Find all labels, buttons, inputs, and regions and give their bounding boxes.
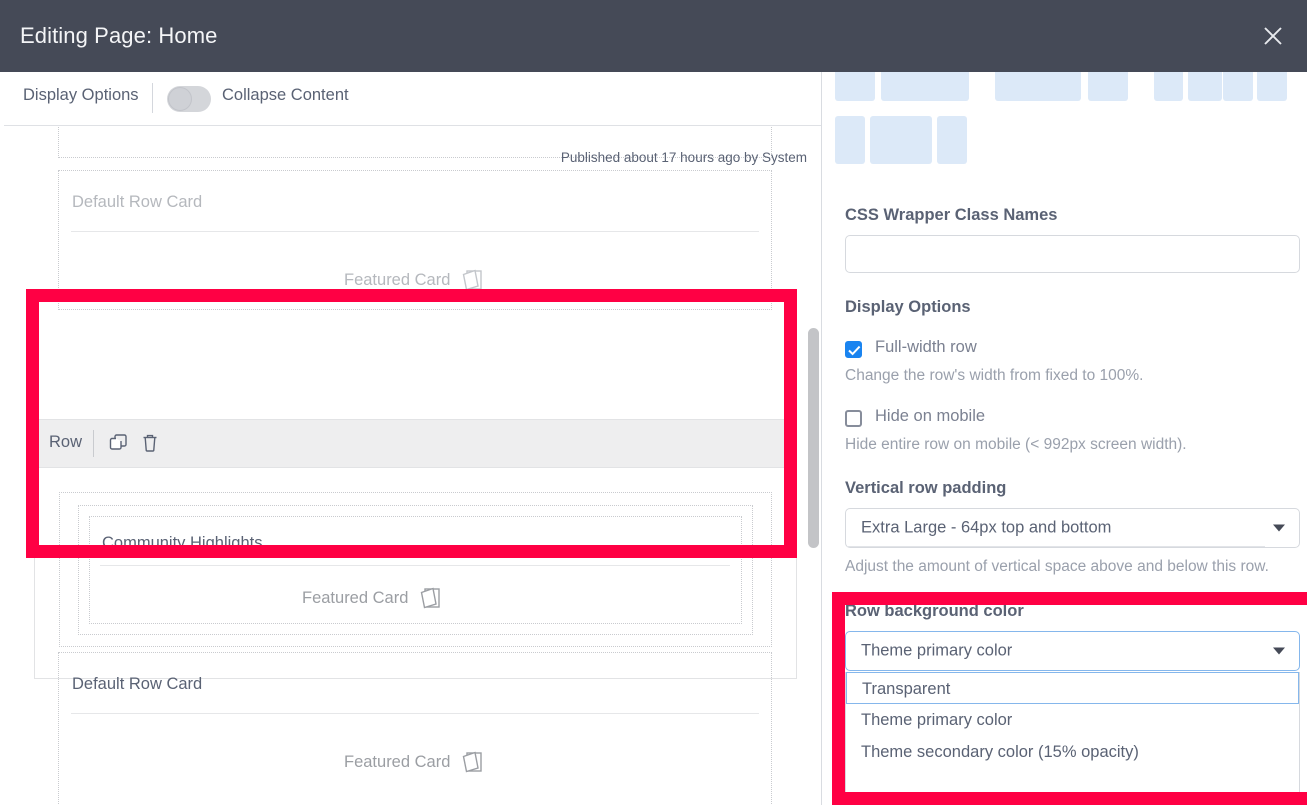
row-background-color-label: Row background color [845,602,1024,620]
vertical-row-padding-help: Adjust the amount of vertical space abov… [845,558,1269,575]
row-background-color-value: Theme primary color [861,641,1013,660]
dropdown-option-transparent[interactable]: Transparent [846,672,1299,704]
hide-on-mobile-checkbox[interactable] [845,410,862,427]
full-width-row-label: Full-width row [875,338,977,356]
full-width-row-checkbox[interactable] [845,341,862,358]
canvas-scrollbar[interactable] [808,126,819,805]
page-title: Editing Page: Home [20,23,218,48]
card-title: Default Row Card [72,193,203,211]
page-canvas: Default Row Card Featured Card Row Commu… [4,126,821,805]
collapse-content-label: Collapse Content [222,86,349,104]
default-row-card-bottom[interactable]: Default Row Card Featured Card [58,652,772,805]
skeleton-block [1257,72,1287,101]
skeleton-block [1188,72,1222,101]
display-options-label: Display Options [23,86,139,104]
vertical-row-padding-value: Extra Large - 64px top and bottom [861,518,1112,537]
skeleton-block [870,116,932,164]
collapse-content-toggle[interactable] [167,86,211,112]
skeleton-block [937,116,967,164]
chevron-down-icon [1273,647,1285,655]
css-wrapper-input[interactable] [845,235,1300,273]
skeleton-block [1223,72,1253,101]
row-background-color-dropdown[interactable]: Transparent Theme primary color Theme se… [845,672,1300,800]
card-separator [71,231,759,232]
row-container-outer[interactable]: Community Highlights Featured Card [59,492,772,647]
skeleton-block [1154,72,1183,101]
hide-on-mobile-label: Hide on mobile [875,407,986,425]
row-label: Row [49,433,83,451]
skeleton-block [1088,72,1128,101]
row-header-toolbar: Row [35,420,796,468]
vertical-row-padding-select[interactable]: Extra Large - 64px top and bottom [845,508,1300,548]
featured-card-placeholder[interactable]: Featured Card [302,585,443,611]
card-separator [100,565,730,566]
check-icon [848,345,861,356]
card-title: Default Row Card [72,675,203,693]
display-options-heading: Display Options [845,298,971,316]
editor-toolbar: Display Options Collapse Content [4,72,821,126]
featured-card-placeholder[interactable]: Featured Card [344,749,485,775]
default-row-card-top[interactable]: Default Row Card Featured Card [58,170,772,310]
skeleton-block [835,116,865,164]
canvas-scrollbar-thumb[interactable] [808,328,819,548]
skeleton-block [881,72,969,101]
skeleton-block [835,72,875,101]
chevron-down-icon [1273,524,1285,532]
published-status-text: Published about 17 hours ago by System [560,150,807,165]
row-background-color-select[interactable]: Theme primary color [845,631,1300,671]
community-highlights-card[interactable]: Community Highlights Featured Card [89,516,742,624]
featured-card-label: Featured Card [344,752,451,771]
row-header-divider [93,430,94,457]
card-stack-icon [421,587,441,609]
row-container-inner[interactable]: Community Highlights Featured Card [78,505,753,635]
featured-card-label: Featured Card [344,270,451,289]
card-title: Community Highlights [102,534,263,552]
vertical-row-padding-label: Vertical row padding [845,479,1007,497]
skeleton-block [995,72,1081,101]
editor-canvas-column: Display Options Collapse Content Default… [0,72,822,805]
css-wrapper-label: CSS Wrapper Class Names [845,206,1058,224]
close-icon[interactable] [1251,14,1295,58]
card-stack-icon [463,269,483,291]
featured-card-placeholder[interactable]: Featured Card [344,267,485,293]
hide-on-mobile-help: Hide entire row on mobile (< 992px scree… [845,436,1187,453]
select-underline [847,546,1265,547]
full-width-row-help: Change the row's width from fixed to 100… [845,367,1144,384]
dropdown-option-theme-primary[interactable]: Theme primary color [846,704,1299,736]
card-stack-icon [463,751,483,773]
duplicate-icon[interactable] [107,432,129,459]
window-title-bar: Editing Page: Home [0,0,1307,72]
toolbar-divider [152,83,153,113]
dropdown-option-theme-secondary[interactable]: Theme secondary color (15% opacity) [846,736,1299,768]
selected-row-block[interactable]: Row Community Highlights Featured Card [34,419,797,679]
featured-card-label: Featured Card [302,588,409,607]
trash-icon[interactable] [139,432,161,459]
card-separator [71,713,759,714]
toggle-knob [168,87,192,111]
